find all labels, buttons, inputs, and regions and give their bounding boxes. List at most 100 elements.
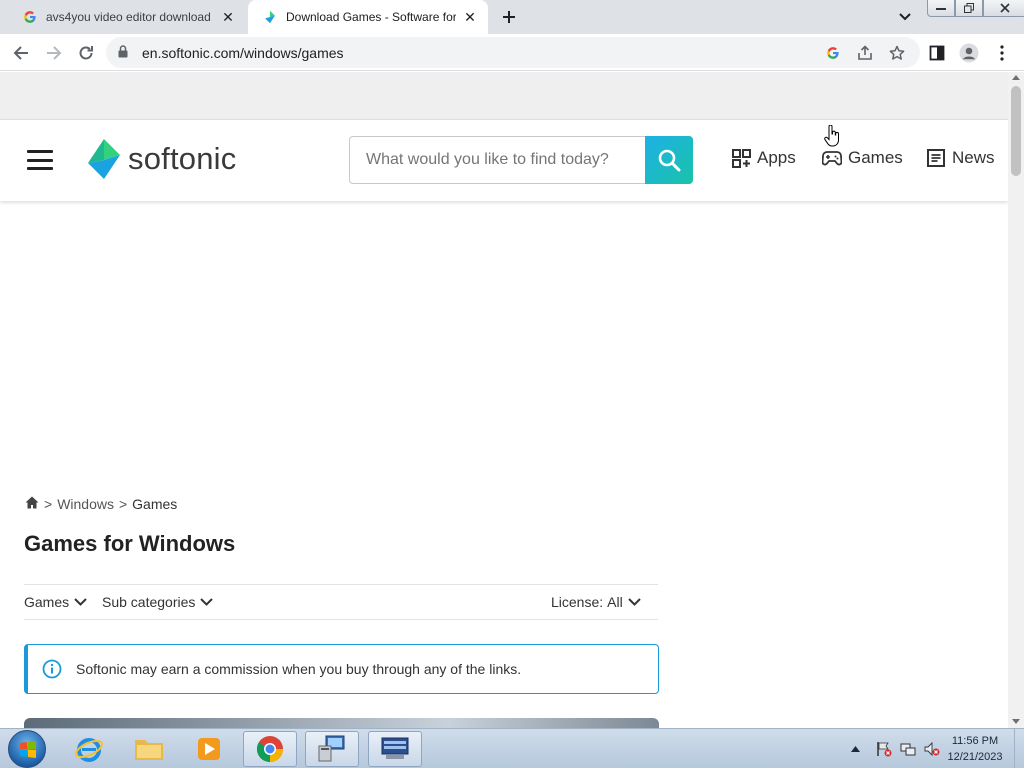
page-scrollbar[interactable] — [1008, 72, 1024, 728]
back-button[interactable] — [9, 41, 33, 65]
close-icon — [1000, 3, 1010, 13]
license-filter-value: All — [607, 594, 623, 610]
category-filter-label: Games — [24, 594, 70, 610]
profile-avatar-icon[interactable] — [959, 43, 979, 63]
home-icon[interactable] — [25, 496, 39, 512]
page-title: Games for Windows — [24, 531, 236, 556]
scrollbar-thumb[interactable] — [1011, 86, 1021, 176]
site-header: softonic Apps Games — [0, 120, 1008, 201]
license-filter[interactable]: License: All — [551, 594, 641, 610]
address-bar[interactable]: en.softonic.com/windows/games — [106, 37, 920, 68]
chevron-down-icon — [628, 598, 641, 606]
taskbar-clock[interactable]: 11:56 PM 12/21/2023 — [940, 733, 1010, 765]
breadcrumb-games: Games — [132, 496, 178, 512]
restore-button[interactable] — [955, 0, 983, 17]
license-filter-label: License: — [551, 594, 604, 610]
minimize-icon — [936, 8, 946, 10]
google-icon — [22, 9, 38, 25]
filter-bar: Games Sub categories License: All — [24, 584, 658, 620]
commission-notice-text: Softonic may earn a commission when you … — [76, 661, 522, 677]
search-input[interactable] — [349, 136, 649, 184]
chevron-down-icon — [74, 598, 87, 606]
softonic-logo-mark-icon — [86, 138, 122, 180]
site-search — [349, 136, 693, 184]
lock-icon[interactable] — [118, 45, 128, 63]
nav-news-label: News — [952, 148, 995, 167]
forward-button[interactable] — [42, 41, 66, 65]
info-icon — [42, 659, 62, 679]
hand-pointer-cursor-icon — [824, 125, 839, 147]
window-controls — [927, 0, 1024, 18]
bookmark-star-icon[interactable] — [889, 45, 905, 61]
plus-icon — [503, 11, 515, 23]
tab-strip: avs4you video editor download - G ✕ Down… — [0, 0, 1024, 34]
nav-news[interactable]: News — [926, 148, 995, 168]
action-center-flag-icon[interactable] — [875, 740, 893, 758]
clock-date: 12/21/2023 — [947, 751, 1003, 763]
url-text: en.softonic.com/windows/games — [142, 45, 344, 61]
media-player-icon — [198, 738, 220, 760]
taskbar-onscreen-keyboard[interactable] — [368, 731, 422, 767]
show-desktop-button[interactable] — [1014, 729, 1024, 768]
tab-download-games[interactable]: Download Games - Software for Wi ✕ — [248, 0, 488, 34]
volume-muted-icon[interactable] — [923, 740, 941, 758]
tab-title: Download Games - Software for Wi — [286, 10, 456, 24]
close-tab-icon[interactable]: ✕ — [462, 9, 478, 25]
category-filter[interactable]: Games — [24, 594, 87, 610]
taskbar-file-explorer[interactable] — [122, 731, 176, 767]
search-icon — [658, 149, 681, 172]
new-tab-button[interactable] — [498, 6, 520, 28]
scroll-up-arrow-icon[interactable] — [1012, 75, 1020, 80]
taskbar-internet-explorer[interactable] — [62, 731, 116, 767]
taskbar-media-player[interactable] — [182, 731, 236, 767]
browser-toolbar: en.softonic.com/windows/games — [0, 34, 1024, 71]
softonic-favicon-icon — [262, 9, 278, 25]
logo-text: softonic — [128, 141, 237, 176]
chevron-down-icon — [200, 598, 214, 606]
screen: avs4you video editor download - G ✕ Down… — [0, 0, 1024, 768]
system-tray — [843, 729, 944, 768]
taskbar-chrome[interactable] — [243, 731, 297, 767]
arrow-right-icon — [47, 46, 62, 60]
windows-taskbar: 11:56 PM 12/21/2023 — [0, 728, 1024, 768]
search-button[interactable] — [645, 136, 693, 184]
scroll-down-arrow-icon[interactable] — [1012, 719, 1020, 724]
apps-grid-icon — [731, 148, 751, 168]
reload-button[interactable] — [74, 41, 98, 65]
nav-games-label: Games — [848, 148, 903, 167]
hamburger-menu-icon[interactable] — [27, 150, 53, 170]
clock-time: 11:56 PM — [951, 735, 999, 747]
gamepad-icon — [822, 148, 842, 168]
softonic-logo[interactable]: softonic — [86, 138, 236, 180]
side-panel-icon[interactable] — [927, 43, 947, 63]
news-icon — [926, 148, 946, 168]
nav-games[interactable]: Games — [822, 148, 903, 168]
nav-apps[interactable]: Apps — [731, 148, 796, 168]
page-viewport: softonic Apps Games — [0, 72, 1008, 728]
kebab-menu-icon[interactable] — [992, 43, 1012, 63]
tab-title: avs4you video editor download - G — [46, 10, 214, 24]
windows-logo-icon — [20, 741, 36, 758]
tab-avs4you[interactable]: avs4you video editor download - G ✕ — [8, 0, 246, 34]
restore-icon — [964, 3, 974, 13]
start-button[interactable] — [8, 730, 46, 768]
network-icon[interactable] — [899, 740, 917, 758]
tab-search-chevron-icon[interactable] — [896, 8, 914, 26]
folder-icon — [135, 740, 163, 760]
close-tab-icon[interactable]: ✕ — [220, 9, 236, 25]
nav-apps-label: Apps — [757, 148, 796, 167]
subcategories-filter-label: Sub categories — [102, 594, 196, 610]
show-hidden-icons-icon[interactable] — [846, 740, 864, 758]
keyboard-icon — [381, 737, 409, 759]
featured-card-image[interactable] — [24, 718, 659, 728]
minimize-button[interactable] — [927, 0, 955, 17]
close-window-button[interactable] — [983, 0, 1024, 17]
share-icon[interactable] — [857, 45, 873, 61]
arrow-left-icon — [13, 46, 28, 60]
subcategories-filter[interactable]: Sub categories — [102, 594, 214, 610]
taskbar-remote-desktop[interactable] — [305, 731, 359, 767]
google-lens-icon[interactable] — [825, 45, 841, 61]
chrome-icon — [256, 736, 284, 763]
breadcrumb: > Windows > Games — [25, 496, 177, 512]
breadcrumb-windows[interactable]: Windows — [57, 496, 114, 512]
